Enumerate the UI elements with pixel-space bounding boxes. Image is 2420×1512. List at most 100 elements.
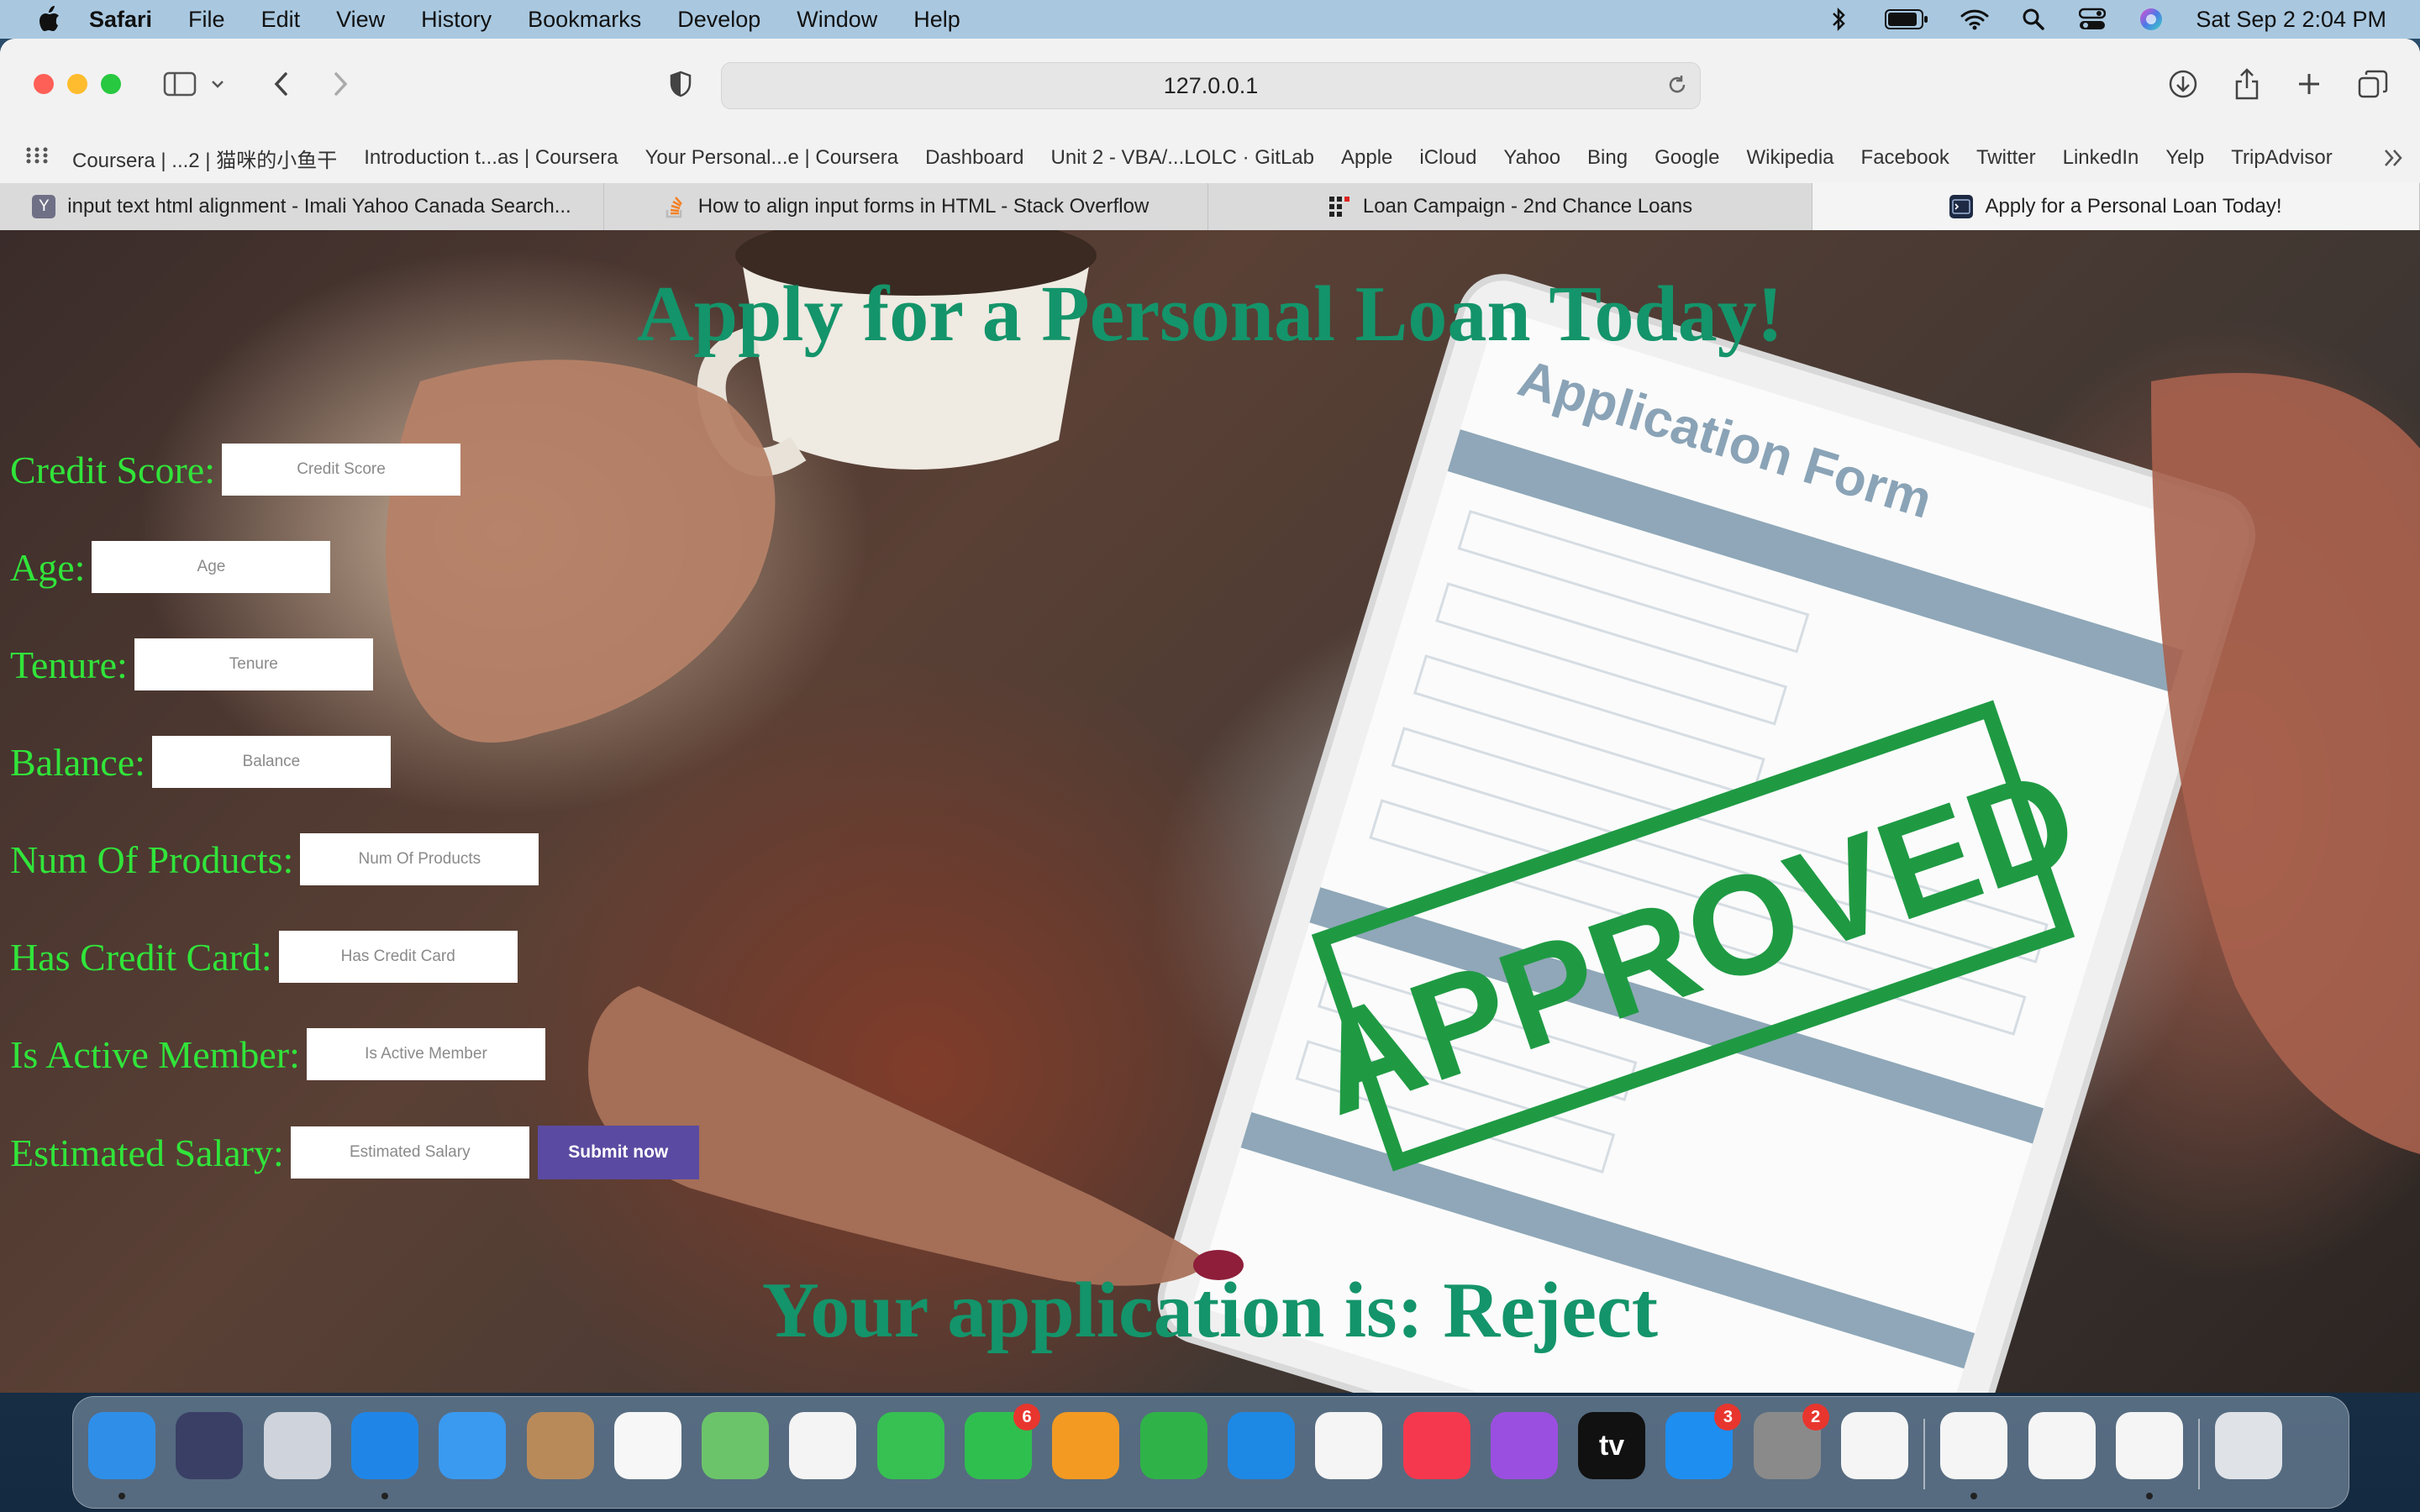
page-title: Apply for a Personal Loan Today! — [636, 270, 1784, 358]
grid-icon — [1328, 195, 1351, 218]
siri-dock-icon[interactable] — [176, 1412, 244, 1479]
favorite-link[interactable]: Google — [1655, 146, 1719, 170]
keynote-dock-icon[interactable] — [1227, 1412, 1295, 1479]
tv-dock-icon[interactable]: tv — [1578, 1412, 1646, 1479]
bluetooth-icon[interactable] — [1824, 7, 1853, 32]
downloads-icon[interactable] — [2163, 64, 2203, 104]
tab-group-chevron-down-icon[interactable] — [205, 64, 230, 104]
credit-score-row: Credit Score: — [10, 444, 460, 496]
favorites-grid-icon[interactable] — [25, 146, 49, 171]
spotlight-search-icon[interactable] — [2019, 7, 2048, 32]
menu-view[interactable]: View — [336, 7, 385, 33]
tab-overview-icon[interactable] — [2353, 64, 2393, 104]
menu-edit[interactable]: Edit — [261, 7, 301, 33]
favorite-link[interactable]: Yahoo — [1503, 146, 1560, 170]
menu-file[interactable]: File — [188, 7, 225, 33]
num-products-input[interactable] — [300, 833, 539, 885]
facetime-dock-icon[interactable]: 6 — [965, 1404, 1040, 1479]
reload-icon[interactable] — [1666, 74, 1688, 102]
close-window-button[interactable] — [34, 74, 54, 94]
maps-dock-icon[interactable] — [702, 1412, 770, 1479]
favorite-link[interactable]: Introduction t...as | Coursera — [364, 146, 618, 170]
messages-dock-icon[interactable] — [876, 1412, 944, 1479]
favorite-link[interactable]: Your Personal...e | Coursera — [645, 146, 899, 170]
favorite-link[interactable]: Apple — [1341, 146, 1392, 170]
back-button[interactable] — [260, 64, 301, 104]
favorite-link[interactable]: Unit 2 - VBA/...LOLC · GitLab — [1051, 146, 1314, 170]
is-active-member-label: Is Active Member: — [10, 1032, 300, 1076]
app-store-dock-icon[interactable]: 3 — [1665, 1404, 1742, 1479]
system-settings-dock-icon[interactable]: 2 — [1753, 1404, 1829, 1479]
favorites-overflow-chevron-icon[interactable] — [2383, 148, 2405, 174]
share-icon[interactable] — [2227, 64, 2267, 104]
vscode-running-indicator — [1970, 1493, 1978, 1499]
page-content: Application Form APPROVED Apply for a Pe… — [0, 230, 2420, 1393]
estimated-salary-label: Estimated Salary: — [10, 1131, 284, 1174]
menu-help[interactable]: Help — [913, 7, 960, 33]
favorite-link[interactable]: Wikipedia — [1746, 146, 1833, 170]
privacy-shield-icon[interactable] — [660, 64, 701, 104]
tenure-input[interactable] — [134, 638, 373, 690]
trash-dock-icon[interactable] — [2215, 1412, 2283, 1479]
freeform-dock-icon[interactable] — [1841, 1412, 1908, 1479]
reminders-dock-icon[interactable] — [613, 1412, 681, 1479]
word-dock-icon[interactable] — [2028, 1412, 2096, 1479]
menu-app-name[interactable]: Safari — [89, 7, 152, 33]
finder-dock-icon[interactable] — [88, 1412, 155, 1479]
favorite-link[interactable]: LinkedIn — [2063, 146, 2139, 170]
siri-icon[interactable] — [2137, 7, 2165, 32]
music-dock-icon[interactable] — [1402, 1412, 1470, 1479]
numbers-dock-icon[interactable] — [1139, 1412, 1207, 1479]
system-settings-notification-badge: 2 — [1802, 1404, 1829, 1431]
favorite-link[interactable]: TripAdvisor — [2231, 146, 2332, 170]
excel-dock-icon[interactable] — [2115, 1412, 2183, 1479]
has-credit-card-input[interactable] — [278, 931, 518, 983]
favorite-link[interactable]: Yelp — [2165, 146, 2204, 170]
photos-dock-icon[interactable] — [789, 1412, 857, 1479]
favorite-link[interactable]: Bing — [1587, 146, 1628, 170]
safari-window: 127.0.0.1 Coursera | ...2 | 猫咪的小鱼干 Intro… — [0, 39, 2420, 1393]
browser-tab[interactable]: How to align input forms in HTML - Stack… — [604, 183, 1208, 230]
battery-icon[interactable] — [1883, 7, 1930, 32]
age-input[interactable] — [92, 541, 331, 593]
new-tab-plus-icon[interactable] — [2289, 64, 2329, 104]
apple-menu-icon[interactable] — [32, 3, 66, 36]
minimize-window-button[interactable] — [67, 74, 87, 94]
zoom-window-button[interactable] — [101, 74, 121, 94]
pages-dock-icon[interactable] — [1052, 1412, 1120, 1479]
balance-label: Balance: — [10, 740, 145, 784]
mail-dock-icon[interactable] — [439, 1412, 507, 1479]
launchpad-dock-icon[interactable] — [263, 1412, 331, 1479]
podcasts-dock-icon[interactable] — [1490, 1412, 1558, 1479]
yahoo-icon: Y — [32, 195, 56, 218]
estimated-salary-input[interactable] — [290, 1126, 529, 1179]
favorites-bar: Coursera | ...2 | 猫咪的小鱼干 Introduction t.… — [0, 133, 2420, 184]
favorite-link[interactable]: iCloud — [1419, 146, 1476, 170]
forward-button[interactable] — [321, 64, 361, 104]
address-bar-url: 127.0.0.1 — [1163, 72, 1259, 98]
browser-tab[interactable]: Loan Campaign - 2nd Chance Loans — [1208, 183, 1812, 230]
favorite-link[interactable]: Twitter — [1976, 146, 2036, 170]
menu-window[interactable]: Window — [797, 7, 877, 33]
browser-tab-active[interactable]: Apply for a Personal Loan Today! — [1812, 183, 2420, 230]
favorite-link[interactable]: Coursera | ...2 | 猫咪的小鱼干 — [72, 144, 337, 173]
menu-history[interactable]: History — [421, 7, 492, 33]
control-center-icon[interactable] — [2078, 7, 2107, 32]
menu-bar-clock[interactable]: Sat Sep 2 2:04 PM — [2196, 7, 2386, 33]
submit-button[interactable]: Submit now — [537, 1126, 699, 1179]
wifi-icon[interactable] — [1960, 7, 1989, 32]
sidebar-toggle-button[interactable] — [160, 64, 200, 104]
address-bar[interactable]: 127.0.0.1 — [721, 62, 1701, 109]
favorite-link[interactable]: Dashboard — [925, 146, 1023, 170]
is-active-member-input[interactable] — [306, 1028, 545, 1080]
menu-bookmarks[interactable]: Bookmarks — [528, 7, 641, 33]
menu-develop[interactable]: Develop — [677, 7, 760, 33]
vscode-dock-icon[interactable] — [1940, 1412, 2008, 1479]
favorite-link[interactable]: Facebook — [1861, 146, 1949, 170]
credit-score-input[interactable] — [222, 444, 460, 496]
browser-tab[interactable]: Y input text html alignment - Imali Yaho… — [0, 183, 604, 230]
safari-dock-icon[interactable] — [350, 1412, 418, 1479]
balance-input[interactable] — [151, 736, 391, 788]
contacts-dock-icon[interactable] — [526, 1412, 594, 1479]
news-dock-icon[interactable] — [1315, 1412, 1383, 1479]
